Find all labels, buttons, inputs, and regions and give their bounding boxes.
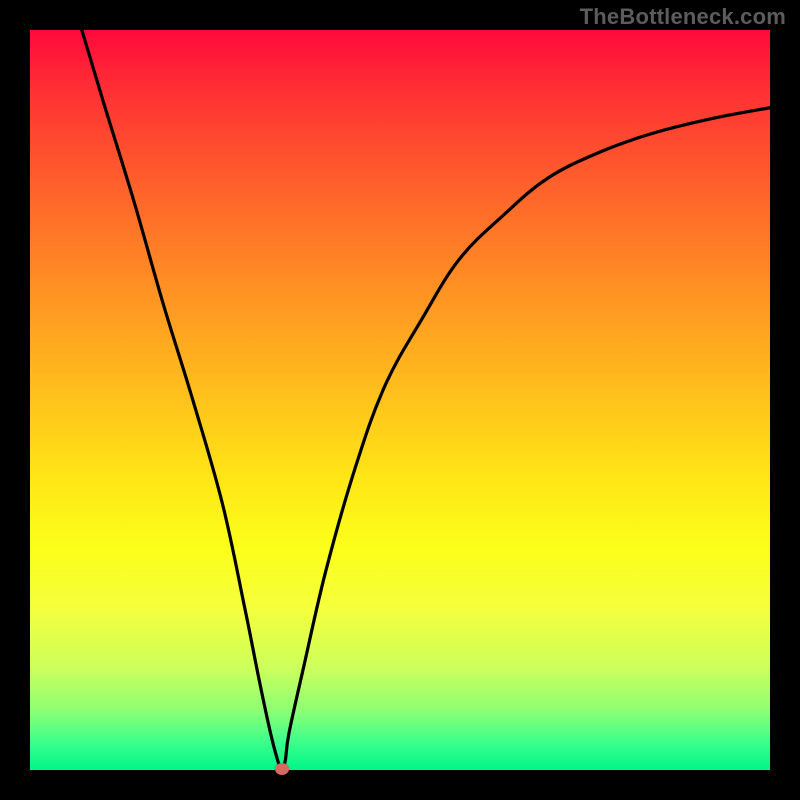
minimum-marker: [275, 763, 289, 775]
curve-svg: [30, 30, 770, 770]
plot-area: [30, 30, 770, 770]
chart-frame: TheBottleneck.com: [0, 0, 800, 800]
bottleneck-curve-path: [82, 30, 770, 770]
watermark-text: TheBottleneck.com: [580, 4, 786, 30]
